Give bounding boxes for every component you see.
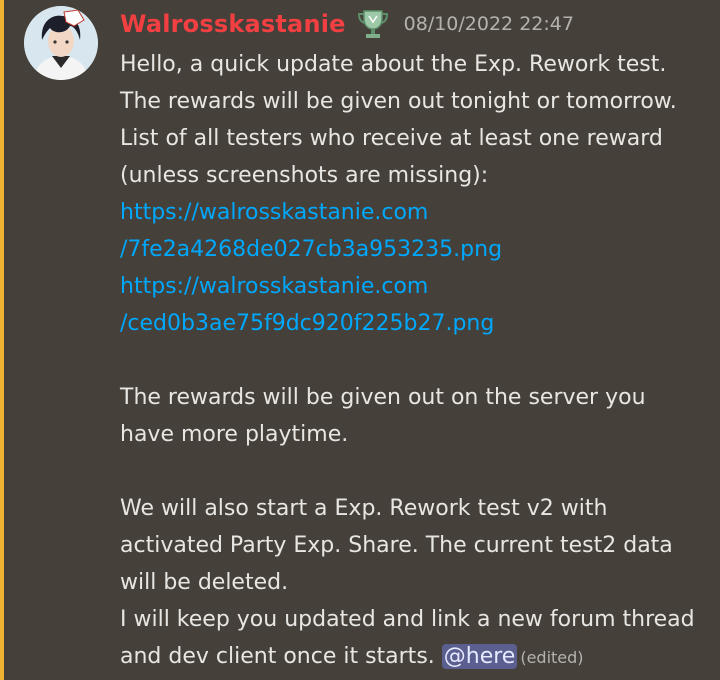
message-line: (unless screenshots are missing): — [120, 163, 489, 188]
here-mention[interactable]: @here — [441, 644, 518, 669]
link-2-line-2: /ced0b3ae75f9dc920f225b27.png — [120, 305, 710, 342]
message-last-line: and dev client once it starts. @here (edi… — [120, 638, 710, 675]
trophy-icon[interactable] — [356, 8, 390, 40]
link-2-line-1: https://walrosskastanie.com — [120, 268, 710, 305]
message-content: Hello, a quick update about the Exp. Rew… — [120, 46, 710, 675]
message-line: will be deleted. — [120, 570, 289, 595]
message-line: The rewards will be given out on the ser… — [120, 385, 646, 410]
link-1-line-2: /7fe2a4268de027cb3a953235.png — [120, 231, 710, 268]
avatar-image — [24, 6, 98, 80]
highlight-accent-bar — [0, 0, 4, 680]
message-line: I will keep you updated and link a new f… — [120, 607, 695, 632]
link-1-cont[interactable]: /7fe2a4268de027cb3a953235.png — [120, 237, 502, 262]
link-1[interactable]: https://walrosskastanie.com — [120, 200, 428, 225]
message-line: activated Party Exp. Share. The current … — [120, 533, 673, 558]
link-1-line-1: https://walrosskastanie.com — [120, 194, 710, 231]
message-text: and dev client once it starts. — [120, 644, 442, 669]
message-line: Hello, a quick update about the Exp. Rew… — [120, 52, 667, 77]
message-line: List of all testers who receive at least… — [120, 126, 663, 151]
edited-label: (edited) — [520, 648, 584, 667]
link-2[interactable]: https://walrosskastanie.com — [120, 274, 428, 299]
message-line: We will also start a Exp. Rework test v2… — [120, 496, 608, 521]
message-line: have more playtime. — [120, 422, 349, 447]
username[interactable]: Walrosskastanie — [120, 10, 346, 38]
link-2-cont[interactable]: /ced0b3ae75f9dc920f225b27.png — [120, 311, 494, 336]
message-line: The rewards will be given out tonight or… — [120, 89, 677, 114]
avatar[interactable] — [24, 6, 98, 80]
chat-message: Walrosskastanie 08/10/2022 22:47 Hello, … — [0, 0, 720, 680]
timestamp: 08/10/2022 22:47 — [403, 13, 574, 35]
message-header: Walrosskastanie 08/10/2022 22:47 — [120, 8, 574, 40]
